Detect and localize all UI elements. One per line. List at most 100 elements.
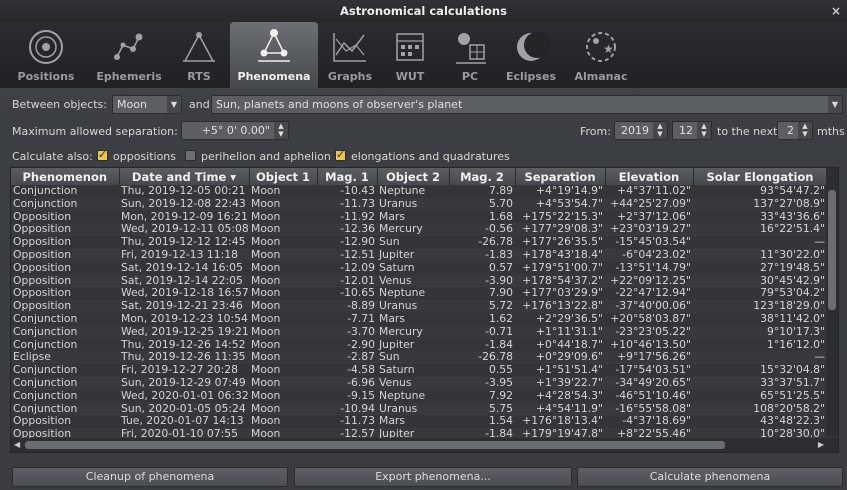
table-row[interactable]: Conjunction Sun, 2019-12-29 07:49 Moon -6.9… xyxy=(11,376,827,390)
table-cell: Mon, 2019-12-23 10:54 xyxy=(121,312,248,325)
column-header-label: Object 1 xyxy=(255,169,311,184)
spin-arrows-icon[interactable]: ▲ ▼ xyxy=(274,122,288,139)
column-header[interactable]: Elevation xyxy=(605,168,694,185)
oppositions-checkbox[interactable]: oppositions xyxy=(97,147,189,163)
column-header-label: Object 2 xyxy=(385,169,441,184)
spin-arrows-icon[interactable]: ▲ ▼ xyxy=(697,122,711,139)
table-cell: Conjunction xyxy=(13,185,78,197)
tab-almanac[interactable]: ★ Almanac xyxy=(566,22,636,88)
object1-select[interactable]: Moon ▼ xyxy=(112,95,182,114)
checkbox-unchecked-icon[interactable] xyxy=(185,150,196,161)
table-cell: Conjunction xyxy=(13,338,78,351)
export-phenomena-button[interactable]: Export phenomena... xyxy=(294,467,572,487)
calculate-phenomena-button[interactable]: Calculate phenomena xyxy=(577,467,843,487)
max-separation-value: +5° 0' 0.00" xyxy=(201,124,270,137)
table-cell: Thu, 2019-12-05 00:21 xyxy=(121,185,246,197)
next-months-spinbox[interactable]: 2 ▲ ▼ xyxy=(777,121,813,140)
table-cell: +22°09'12.25" xyxy=(605,274,693,288)
table-row[interactable]: Conjunction Thu, 2019-12-05 00:21 Moon -10.… xyxy=(11,185,827,198)
table-cell: -0.71 xyxy=(449,325,515,339)
column-header[interactable]: Separation xyxy=(515,168,606,185)
table-row[interactable]: Conjunction Wed, 2019-12-25 19:21 Moon -3.7… xyxy=(11,325,827,339)
table-cell: Moon xyxy=(251,415,281,428)
max-separation-spinbox[interactable]: +5° 0' 0.00" ▲ ▼ xyxy=(181,121,289,140)
column-header[interactable]: Solar Elongation xyxy=(693,168,828,185)
table-cell: Opposition xyxy=(13,210,72,223)
tab-phenomena[interactable]: Phenomena xyxy=(230,22,318,88)
table-row[interactable]: Opposition Tue, 2020-01-07 14:13 Moon -11.7… xyxy=(11,415,827,428)
table-row[interactable]: Opposition Sat, 2019-12-14 22:05 Moon -12.0… xyxy=(11,274,827,288)
table-row[interactable]: Conjunction Fri, 2019-12-27 20:28 Moon -4.5… xyxy=(11,364,827,377)
phenomena-table[interactable]: Phenomenon Date and Time ▾ Object 1 Mag. 1 Ob… xyxy=(10,167,839,453)
table-row[interactable]: Conjunction Mon, 2019-12-23 10:54 Moon -7.7… xyxy=(11,313,827,326)
spin-arrows-icon[interactable]: ▲ ▼ xyxy=(798,122,812,139)
table-row[interactable]: Opposition Wed, 2019-12-11 05:08 Moon -12.3… xyxy=(11,223,827,237)
table-cell: 5.70 xyxy=(449,197,515,211)
table-cell: -4°37'18.69" xyxy=(622,415,691,428)
table-cell: Moon xyxy=(251,185,281,197)
table-cell: Thu, 2019-12-26 14:52 xyxy=(121,338,246,351)
table-row[interactable]: Eclipse Thu, 2019-12-26 11:35 Moon -2.87 Sun… xyxy=(11,351,827,365)
table-row[interactable]: Opposition Wed, 2019-12-18 16:57 Moon -10.6… xyxy=(11,287,827,300)
table-cell: 0.57 xyxy=(488,261,513,274)
column-header[interactable]: Mag. 2 xyxy=(449,168,516,185)
column-header[interactable]: Mag. 1 xyxy=(317,168,378,185)
horizontal-scrollbar[interactable]: ◀ ▶ xyxy=(11,438,838,452)
elongations-quadratures-label: elongations and quadratures xyxy=(351,150,510,163)
tab-graphs[interactable]: Graphs xyxy=(322,22,378,88)
perihelion-aphelion-checkbox[interactable]: perihelion and aphelion xyxy=(185,147,333,163)
table-cell: -7.71 xyxy=(347,312,375,325)
column-header[interactable]: Date and Time ▾ xyxy=(119,168,250,185)
table-cell: 7.90 xyxy=(488,287,513,300)
months-label: mths xyxy=(817,125,845,138)
tab-eclipses[interactable]: Eclipses xyxy=(500,22,562,88)
tab-label: Eclipses xyxy=(505,70,556,83)
table-row[interactable]: Opposition Mon, 2019-12-09 16:21 Moon -11.9… xyxy=(11,211,827,224)
tab-wut[interactable]: WUT xyxy=(384,22,436,88)
table-cell: +10°46'13.50" xyxy=(610,338,691,351)
table-cell: +9°17'56.26" xyxy=(605,351,693,365)
table-row[interactable]: Opposition Fri, 2019-12-13 11:18 Moon -12.5… xyxy=(11,248,827,262)
table-cell: Mercury xyxy=(377,223,449,237)
table-cell: Wed, 2019-12-11 05:08 xyxy=(119,223,249,237)
table-row[interactable]: Conjunction Wed, 2020-01-01 06:32 Moon -9.1… xyxy=(11,390,827,403)
checkbox-checked-icon[interactable] xyxy=(97,148,108,161)
table-cell: +1°11'31.1" xyxy=(515,325,605,339)
table-row[interactable]: Conjunction Sun, 2020-01-05 05:24 Moon -10.… xyxy=(11,402,827,416)
from-year-spinbox[interactable]: 2019 ▲ ▼ xyxy=(614,121,668,140)
tab-pc[interactable]: PC xyxy=(444,22,496,88)
scroll-right-icon[interactable]: ▶ xyxy=(818,440,824,449)
table-row[interactable]: Conjunction Thu, 2019-12-26 14:52 Moon -2.9… xyxy=(11,339,827,352)
column-header[interactable]: Object 2 xyxy=(377,168,450,185)
table-cell: Moon xyxy=(249,376,317,390)
table-cell: Venus xyxy=(377,274,449,288)
table-cell: — xyxy=(693,351,827,365)
tab-positions[interactable]: Positions xyxy=(8,22,84,88)
table-cell: Neptune xyxy=(379,287,426,300)
table-row[interactable]: Opposition Sat, 2019-12-14 16:05 Moon -12.0… xyxy=(11,262,827,275)
scroll-thumb[interactable] xyxy=(828,190,836,310)
table-row[interactable]: Opposition Sat, 2019-12-21 23:46 Moon -8.89… xyxy=(11,300,827,313)
sort-arrow-icon: ▾ xyxy=(230,169,237,184)
column-header[interactable]: Object 1 xyxy=(249,168,318,185)
table-cell: 30°45'42.9" xyxy=(693,274,827,288)
tab-ephemeris[interactable]: Ephemeris xyxy=(90,22,168,88)
table-row[interactable]: Conjunction Sun, 2019-12-08 22:43 Moon -11.… xyxy=(11,197,827,211)
column-header[interactable]: Phenomenon xyxy=(11,168,120,185)
tab-label: RTS xyxy=(187,70,211,83)
checkbox-checked-icon[interactable] xyxy=(335,148,346,161)
scroll-thumb[interactable] xyxy=(25,441,725,449)
tab-rts[interactable]: RTS xyxy=(172,22,226,88)
table-row[interactable]: Opposition Thu, 2019-12-12 12:45 Moon -12.9… xyxy=(11,236,827,249)
vertical-scrollbar[interactable] xyxy=(826,168,838,436)
scroll-left-icon[interactable]: ◀ xyxy=(14,440,20,449)
from-month-spinbox[interactable]: 12 ▲ ▼ xyxy=(672,121,712,140)
table-cell: Conjunction xyxy=(13,389,78,402)
cleanup-phenomena-button[interactable]: Cleanup of phenomena xyxy=(12,467,288,487)
table-cell: 9°10'17.3" xyxy=(693,325,827,339)
object2-select[interactable]: Sun, planets and moons of observer's pla… xyxy=(211,95,843,114)
calculate-also-label: Calculate also: xyxy=(12,150,93,163)
close-icon[interactable]: × xyxy=(829,0,843,22)
spin-arrows-icon[interactable]: ▲ ▼ xyxy=(653,122,667,139)
elongations-quadratures-checkbox[interactable]: elongations and quadratures xyxy=(335,147,510,163)
